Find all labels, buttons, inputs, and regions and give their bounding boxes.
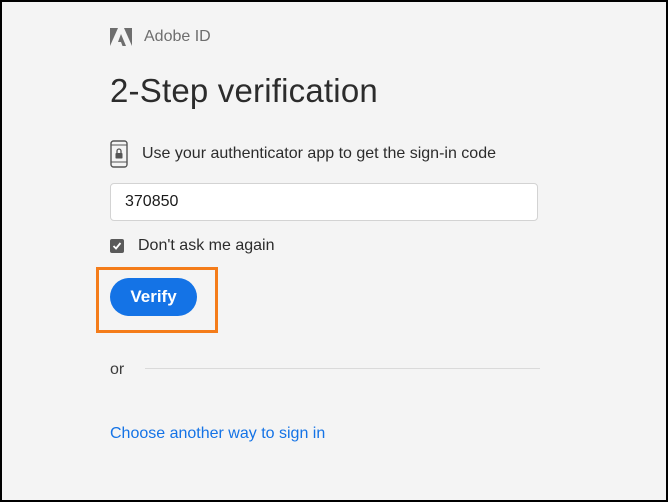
phone-lock-icon [110,140,128,168]
verify-button[interactable]: Verify [110,278,197,316]
brand-header: Adobe ID [110,26,211,48]
authenticator-instruction: Use your authenticator app to get the si… [110,140,496,168]
dont-ask-again-option[interactable]: Don't ask me again [110,237,274,255]
choose-another-way-link[interactable]: Choose another way to sign in [110,425,325,443]
signin-panel: Adobe ID 2-Step verification Use your au… [2,2,666,500]
or-separator-text: or [110,361,125,378]
brand-name: Adobe ID [144,28,211,45]
dont-ask-again-checkbox[interactable] [110,239,124,253]
adobe-logo-icon [110,28,132,46]
dont-ask-again-label[interactable]: Don't ask me again [138,237,274,255]
divider-line [145,368,540,369]
page-title: 2-Step verification [110,72,378,109]
checkmark-icon [112,242,122,250]
verification-code-input[interactable] [110,183,538,221]
authenticator-text: Use your authenticator app to get the si… [142,145,496,162]
